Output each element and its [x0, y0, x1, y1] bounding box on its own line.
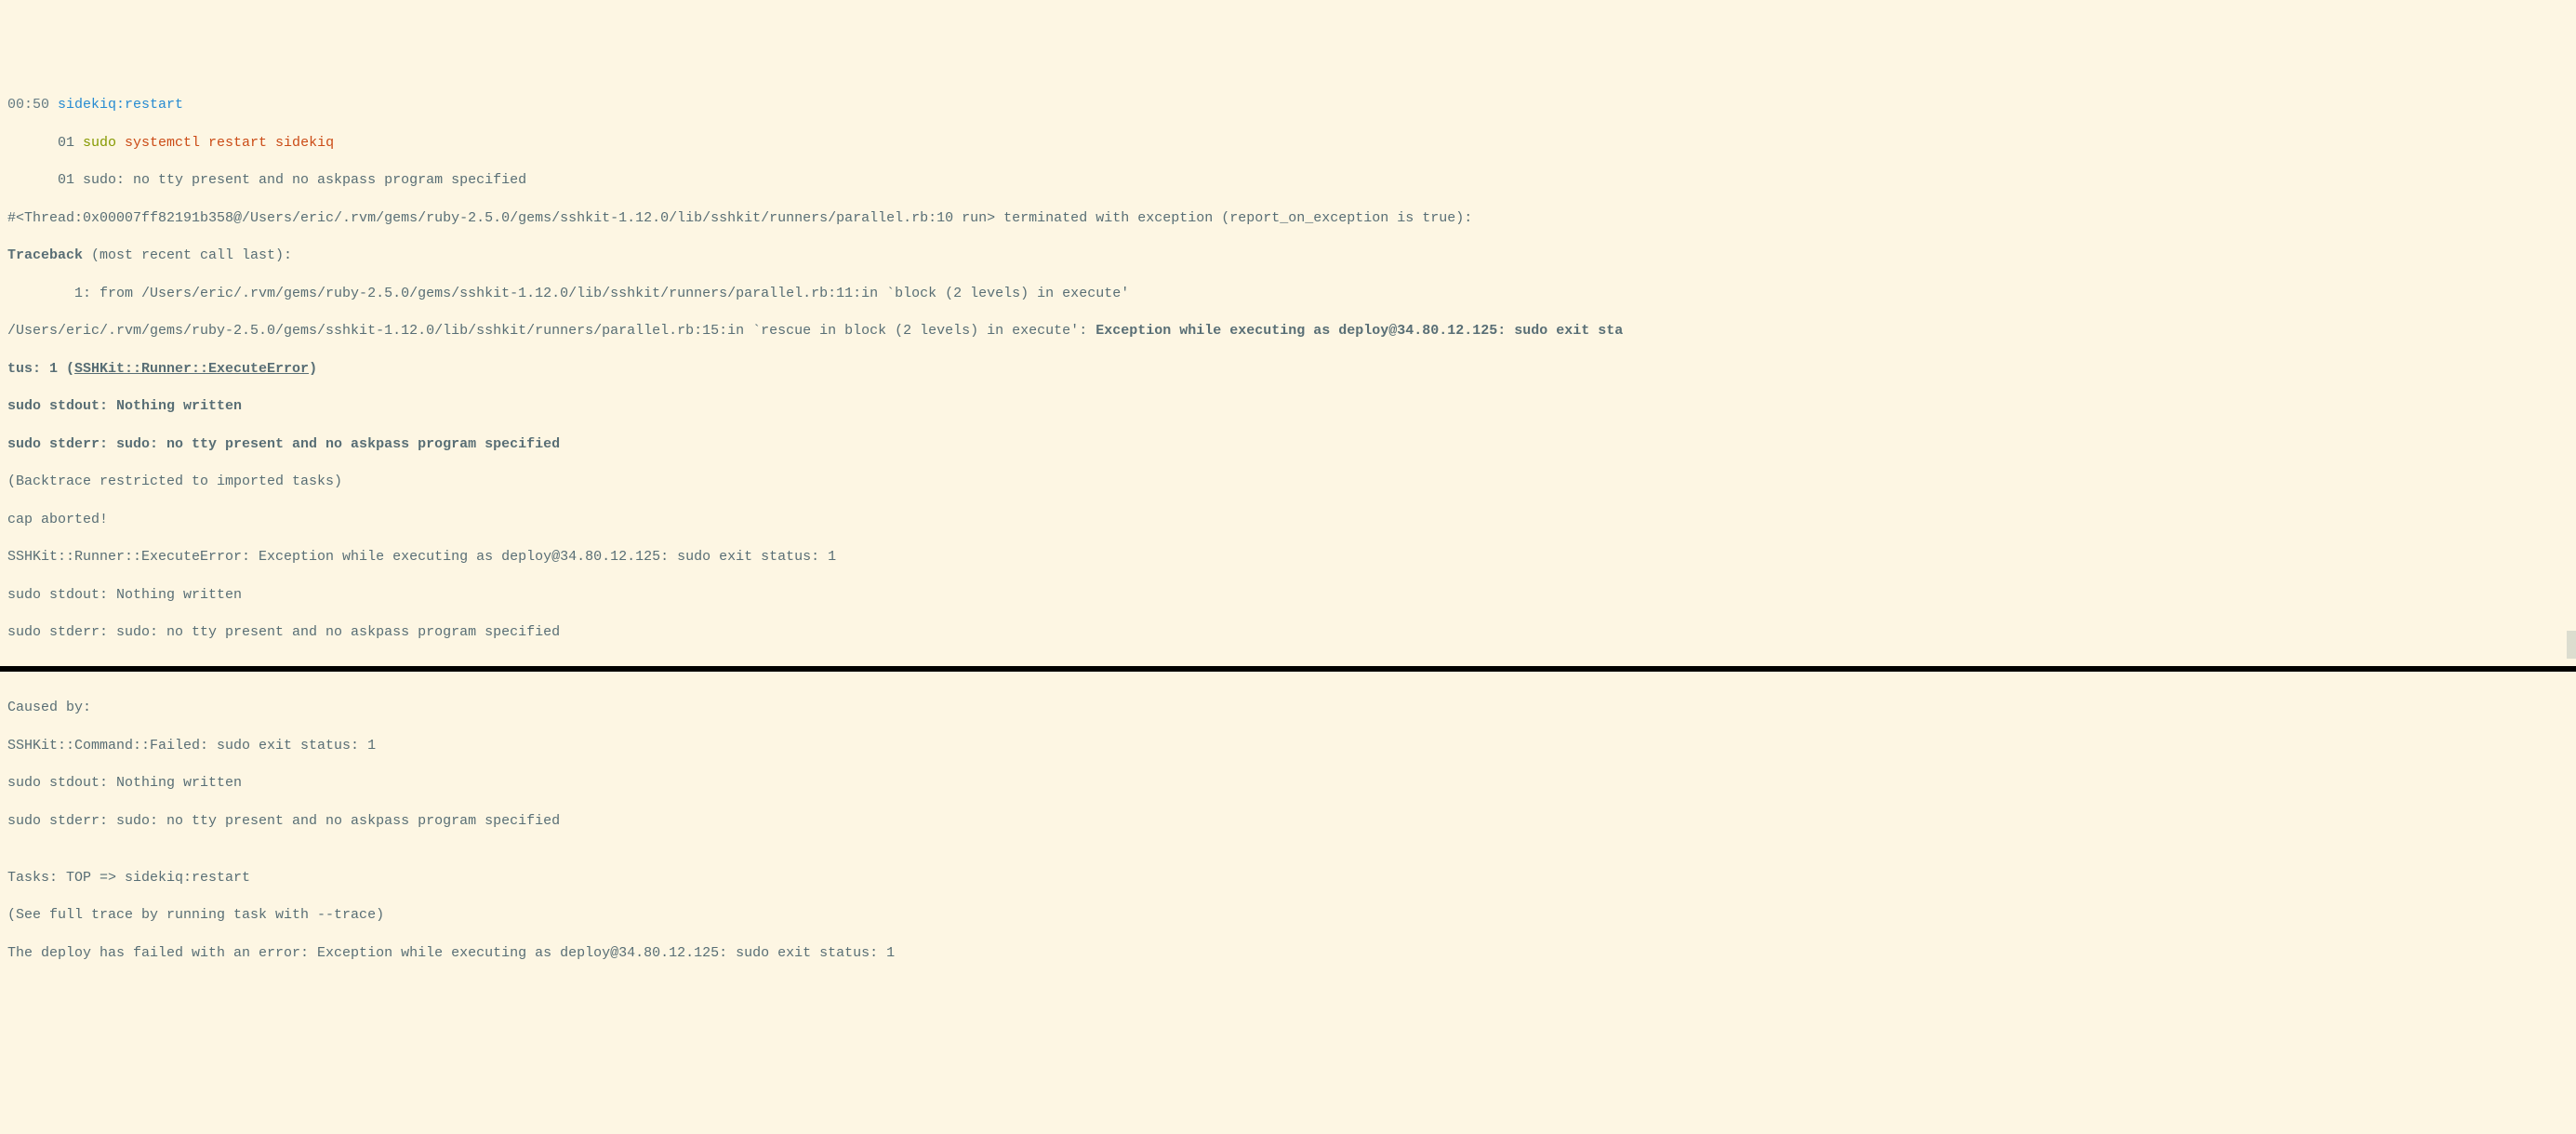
traceback-header: Traceback (most recent call last): — [7, 247, 2569, 265]
trace-frame: tus: 1 (SSHKit::Runner::ExecuteError) — [7, 360, 2569, 379]
sudo-stdout: sudo stdout: Nothing written — [7, 774, 2569, 793]
task-name: sidekiq:restart — [49, 97, 183, 113]
backtrace-note: (Backtrace restricted to imported tasks) — [7, 473, 2569, 491]
caused-by: Caused by: — [7, 699, 2569, 717]
sudo-stdout: sudo stdout: Nothing written — [7, 397, 2569, 416]
tasks-chain: Tasks: TOP => sidekiq:restart — [7, 869, 2569, 887]
trace-path: /Users/eric/.rvm/gems/ruby-2.5.0/gems/ss… — [7, 323, 1095, 339]
sudo-keyword: sudo — [83, 135, 116, 151]
execute-error: SSHKit::Runner::ExecuteError: Exception … — [7, 548, 2569, 567]
sudo-stderr: sudo stderr: sudo: no tty present and no… — [7, 812, 2569, 831]
trace-hint: (See full trace by running task with --t… — [7, 906, 2569, 925]
log-line: 01 sudo: no tty present and no askpass p… — [7, 171, 2569, 190]
exception-message: Exception while executing as deploy@34.8… — [1095, 323, 1623, 339]
thread-error-line: #<Thread:0x00007ff82191b358@/Users/eric/… — [7, 209, 2569, 228]
traceback-label: Traceback — [7, 247, 83, 263]
timestamp: 00:50 — [7, 97, 49, 113]
deploy-failed: The deploy has failed with an error: Exc… — [7, 944, 2569, 963]
trace-frame: 1: from /Users/eric/.rvm/gems/ruby-2.5.0… — [7, 285, 2569, 303]
exception-close: ) — [309, 361, 317, 377]
command-failed: SSHKit::Command::Failed: sudo exit statu… — [7, 737, 2569, 755]
traceback-suffix: (most recent call last): — [83, 247, 292, 263]
cap-aborted: cap aborted! — [7, 511, 2569, 529]
sudo-stderr: sudo stderr: sudo: no tty present and no… — [7, 435, 2569, 454]
log-line: 01 sudo systemctl restart sidekiq — [7, 134, 2569, 153]
cmd-prefix: 01 — [7, 135, 83, 151]
trace-frame: /Users/eric/.rvm/gems/ruby-2.5.0/gems/ss… — [7, 322, 2569, 340]
exception-class: SSHKit::Runner::ExecuteError — [74, 361, 309, 377]
window-border — [0, 666, 2576, 672]
log-line: 00:50 sidekiq:restart — [7, 96, 2569, 114]
sudo-stdout: sudo stdout: Nothing written — [7, 586, 2569, 605]
systemctl-command: systemctl restart sidekiq — [116, 135, 334, 151]
scrollbar-thumb[interactable] — [2567, 631, 2576, 659]
sudo-stderr: sudo stderr: sudo: no tty present and no… — [7, 623, 2569, 642]
terminal-output[interactable]: 00:50 sidekiq:restart 01 sudo systemctl … — [7, 77, 2569, 981]
exception-message: tus: 1 ( — [7, 361, 74, 377]
